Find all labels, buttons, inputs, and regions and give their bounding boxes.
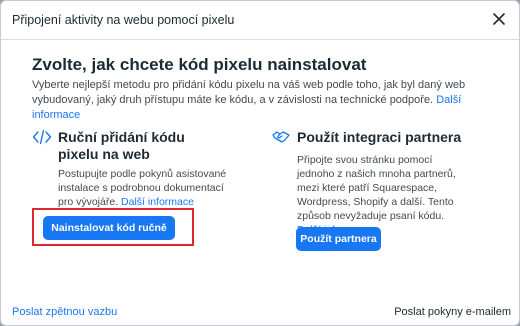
page-heading: Zvolte, jak chcete kód pixelu nainstalov…: [32, 55, 367, 74]
use-partner-button[interactable]: Použít partnera: [296, 227, 381, 251]
send-instructions-email-button[interactable]: Poslat pokyny e-mailem: [394, 306, 511, 318]
manual-card-title: Ruční přidání kódu pixelu na web: [58, 129, 185, 162]
partner-card-text: Připojte svou stránku pomocí jednoho z n…: [297, 153, 472, 237]
code-icon: [32, 129, 52, 145]
handshake-icon: [272, 131, 290, 143]
page-description: Vyberte nejlepší metodu pro přidání kódu…: [32, 78, 502, 123]
close-icon[interactable]: [491, 11, 507, 27]
partner-card-description: Připojte svou stránku pomocí jednoho z n…: [297, 154, 456, 222]
pixel-setup-dialog: Připojení aktivity na webu pomocí pixelu…: [0, 0, 520, 326]
partner-card-title: Použít integraci partnera: [297, 129, 462, 145]
description-text: Vyberte nejlepší metodu pro přidání kódu…: [32, 79, 466, 106]
send-feedback-link[interactable]: Poslat zpětnou vazbu: [12, 306, 117, 318]
dialog-title: Připojení aktivity na webu pomocí pixelu: [12, 13, 235, 27]
manual-card-text: Postupujte podle pokynů asistované insta…: [58, 167, 233, 209]
dialog-header: Připojení aktivity na webu pomocí pixelu: [1, 1, 519, 40]
manual-learn-more-link[interactable]: Další informace: [121, 196, 194, 208]
install-manually-button[interactable]: Nainstalovat kód ručně: [43, 216, 175, 240]
